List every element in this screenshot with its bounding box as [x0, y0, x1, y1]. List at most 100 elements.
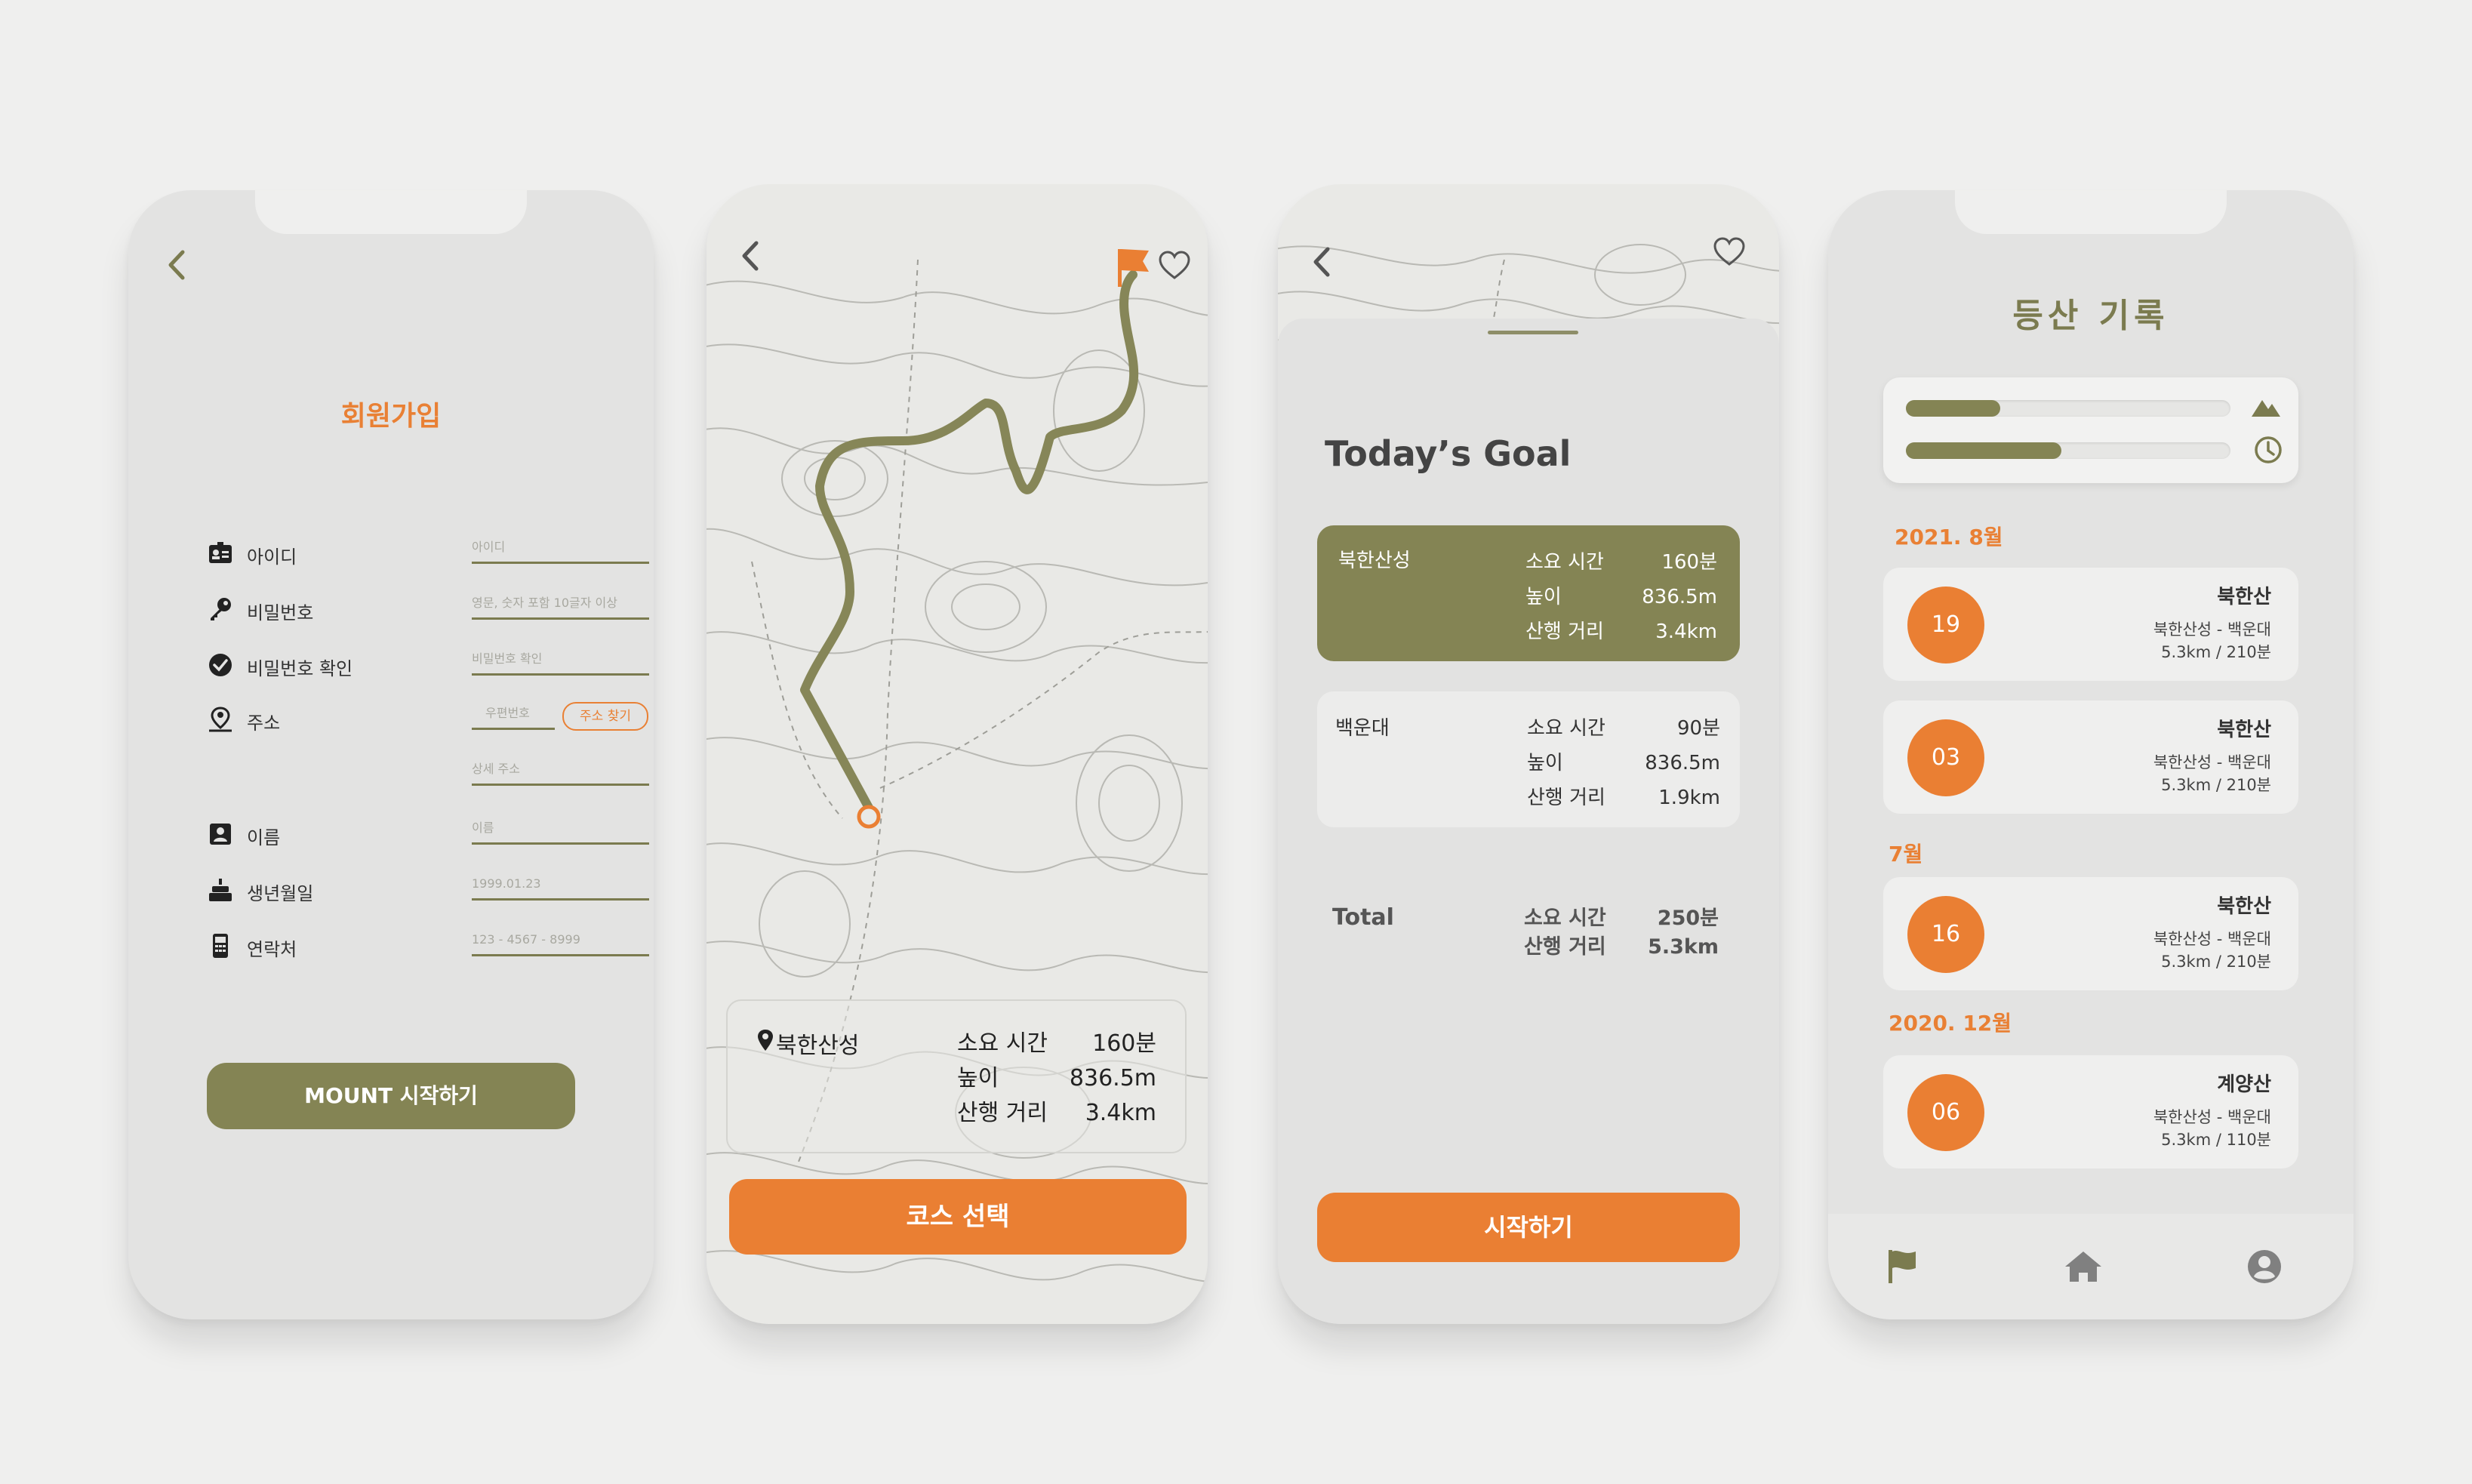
record-route: 북한산성 - 백운대 — [2153, 753, 2271, 771]
address-search-button[interactable]: 주소 찾기 — [562, 702, 648, 731]
info-value: 90분 — [1676, 717, 1720, 740]
record-item[interactable]: 03 북한산 북한산성 - 백운대 5.3km / 210분 — [1883, 700, 2298, 814]
phone-input[interactable]: 123 - 4567 - 8999 — [472, 928, 649, 956]
page-title: 회원가입 — [340, 401, 442, 432]
info-label: 높이 — [957, 1065, 999, 1091]
total-values: 250분 5.3km — [1648, 904, 1719, 962]
id-input[interactable]: 아이디 — [472, 536, 649, 564]
start-button[interactable]: 시작하기 — [1317, 1193, 1740, 1262]
record-day: 16 — [1907, 896, 1984, 973]
record-item[interactable]: 06 계양산 북한산성 - 백운대 5.3km / 110분 — [1883, 1055, 2298, 1168]
signup-submit-button[interactable]: MOUNT 시작하기 — [207, 1063, 575, 1129]
record-route: 북한산성 - 백운대 — [2153, 930, 2271, 948]
course-values: 160분 836.5m 3.4km — [1642, 545, 1717, 649]
id-card-icon — [209, 542, 232, 563]
month-header: 7월 — [1889, 842, 1923, 867]
check-circle-icon — [209, 654, 232, 676]
map-screen: 북한산성 소요 시간 높이 산행 거리 160분 836.5m 3.4km 코스… — [707, 184, 1208, 1324]
mountain-icon — [2252, 400, 2280, 417]
record-item[interactable]: 16 북한산 북한산성 - 백운대 5.3km / 210분 — [1883, 877, 2298, 990]
address-row: 주소 우편번호 주소 찾기 — [208, 697, 648, 743]
info-value: 250분 — [1657, 907, 1719, 930]
course-select-button[interactable]: 코스 선택 — [729, 1179, 1187, 1255]
record-mountain: 북한산 — [2217, 586, 2271, 608]
time-progress-fill — [1906, 442, 2062, 459]
back-arrow-icon[interactable] — [162, 246, 192, 284]
birthday-row: 생년월일 1999.01.23 — [208, 868, 649, 913]
course-card[interactable]: 백운대 소요 시간 높이 산행 거리 90분 836.5m 1.9km — [1317, 691, 1740, 827]
id-row: 아이디 아이디 — [208, 531, 649, 577]
record-day: 19 — [1907, 587, 1984, 663]
field-label: 비밀번호 — [247, 602, 314, 623]
notch — [1955, 190, 2227, 234]
records-screen: 등산 기록 2021. 8월 19 북한산 북한산성 - 백운대 5.3km /… — [1828, 190, 2353, 1319]
course-name: 백운대 — [1335, 717, 1390, 740]
month-header: 2021. 8월 — [1895, 525, 2003, 550]
page-title: 등산 기록 — [2012, 297, 2169, 335]
course-card-selected[interactable]: 북한산성 소요 시간 높이 산행 거리 160분 836.5m 3.4km — [1317, 525, 1740, 661]
record-distance-time: 5.3km / 210분 — [2161, 643, 2271, 661]
month-header: 2020. 12월 — [1889, 1011, 2012, 1036]
birthday-input[interactable]: 1999.01.23 — [472, 873, 649, 901]
total-label: Total — [1332, 904, 1394, 931]
goal-title: Today’s Goal — [1325, 433, 1572, 474]
key-icon — [211, 598, 231, 620]
name-row: 이름 이름 — [208, 812, 649, 857]
record-distance-time: 5.3km / 210분 — [2161, 953, 2271, 971]
heart-icon[interactable] — [1713, 237, 1746, 267]
bottom-tab-bar — [1828, 1214, 2353, 1319]
heart-icon[interactable] — [1158, 251, 1191, 281]
phone-icon — [213, 934, 228, 958]
field-label: 아이디 — [247, 546, 297, 568]
field-label: 비밀번호 확인 — [247, 658, 353, 679]
info-label: 산행 거리 — [957, 1100, 1048, 1126]
name-input[interactable]: 이름 — [472, 817, 649, 845]
profile-icon[interactable] — [2246, 1248, 2283, 1285]
notch — [255, 190, 527, 234]
field-label: 생년월일 — [247, 883, 314, 904]
time-progress-bar — [1906, 442, 2230, 459]
password-row: 비밀번호 영문, 숫자 포함 10글자 이상 — [208, 587, 649, 633]
info-value: 160분 — [1661, 551, 1717, 574]
password-confirm-row: 비밀번호 확인 비밀번호 확인 — [208, 643, 649, 688]
info-label: 산행 거리 — [1525, 620, 1604, 643]
course-labels: 소요 시간 높이 산행 거리 — [1527, 711, 1605, 815]
info-label: 산행 거리 — [1524, 935, 1606, 959]
password-input[interactable]: 영문, 숫자 포함 10글자 이상 — [472, 592, 649, 620]
course-labels: 소요 시간 높이 산행 거리 — [1525, 545, 1604, 649]
goal-screen: Today’s Goal 북한산성 소요 시간 높이 산행 거리 160분 83… — [1278, 184, 1779, 1324]
info-value: 836.5m — [1645, 752, 1720, 774]
info-value: 5.3km — [1648, 935, 1719, 959]
progress-card — [1883, 377, 2298, 483]
record-mountain: 북한산 — [2217, 719, 2271, 741]
zipcode-input[interactable]: 우편번호 — [472, 702, 555, 730]
height-progress-fill — [1906, 400, 2000, 417]
id-badge-icon — [210, 824, 231, 845]
info-value: 3.4km — [1085, 1100, 1156, 1126]
field-label: 이름 — [247, 827, 281, 848]
info-label: 소요 시간 — [1524, 907, 1606, 930]
signup-screen: 회원가입 아이디 아이디 비밀번호 영문, 숫자 포함 10글자 이상 비밀번호… — [128, 190, 654, 1319]
record-item[interactable]: 19 북한산 북한산성 - 백운대 5.3km / 210분 — [1883, 568, 2298, 681]
info-value: 836.5m — [1642, 586, 1717, 608]
info-label: 높이 — [1527, 752, 1563, 774]
location-person-icon — [209, 707, 232, 732]
record-distance-time: 5.3km / 110분 — [2161, 1131, 2271, 1149]
password-confirm-input[interactable]: 비밀번호 확인 — [472, 648, 649, 676]
info-value: 160분 — [1092, 1030, 1156, 1057]
address-detail-input[interactable]: 상세 주소 — [472, 758, 649, 786]
back-arrow-icon[interactable] — [1307, 243, 1337, 281]
phone-row: 연락처 123 - 4567 - 8999 — [208, 924, 649, 969]
field-label: 주소 — [247, 713, 281, 734]
home-icon[interactable] — [2064, 1250, 2103, 1283]
sheet-handle[interactable] — [1488, 331, 1578, 334]
info-values: 160분 836.5m 3.4km — [1070, 1027, 1156, 1131]
height-progress-bar — [1906, 400, 2230, 417]
info-value: 3.4km — [1655, 620, 1717, 643]
back-arrow-icon[interactable] — [735, 237, 765, 275]
flag-icon[interactable] — [1886, 1248, 1919, 1285]
info-label: 높이 — [1525, 586, 1562, 608]
record-mountain: 북한산 — [2217, 895, 2271, 918]
cake-icon — [209, 879, 232, 901]
info-label: 산행 거리 — [1527, 787, 1605, 809]
